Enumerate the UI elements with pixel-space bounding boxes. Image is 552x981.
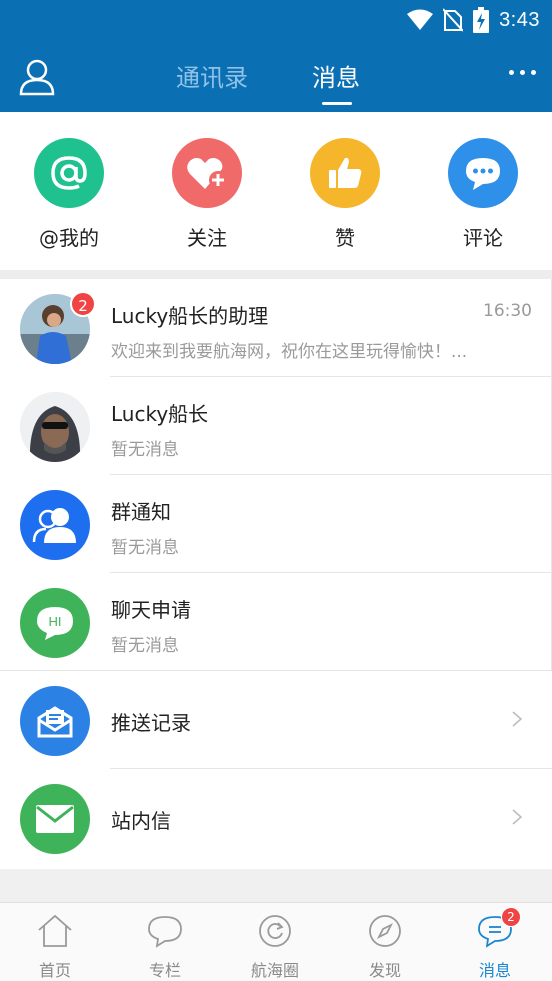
nav-label: 专栏	[148, 961, 181, 980]
quick-action-comment[interactable]: 评论	[423, 138, 543, 251]
message-title: Lucky船长的助理	[111, 304, 269, 328]
quick-action-follow[interactable]: 关注	[147, 138, 267, 251]
nav-unread-badge: 2	[501, 907, 521, 927]
nav-label: 发现	[368, 961, 401, 980]
list-item-captain[interactable]: Lucky船长 暂无消息	[0, 377, 552, 475]
mail-open-icon	[20, 686, 90, 756]
hi-chat-icon: HI	[20, 588, 90, 658]
more-icon	[509, 70, 514, 75]
nav-label: 消息	[478, 961, 511, 980]
quick-action-like[interactable]: 赞	[285, 138, 405, 251]
list-item-group-notice[interactable]: 群通知 暂无消息	[0, 475, 552, 573]
user-icon	[19, 59, 55, 96]
nav-columns[interactable]: 专栏	[110, 913, 220, 981]
message-list: 2 Lucky船长的助理 欢迎来到我要航海网，祝你在这里玩得愉快！... 16:…	[0, 279, 552, 869]
link-title: 站内信	[111, 809, 171, 833]
tab-messages[interactable]: 消息	[312, 58, 360, 93]
user-button[interactable]	[18, 58, 56, 96]
quick-action-label: 赞	[335, 226, 355, 250]
message-title: Lucky船长	[111, 402, 209, 426]
nav-label: 航海圈	[250, 961, 299, 980]
more-button[interactable]	[509, 70, 536, 75]
thumbs-up-icon	[310, 138, 380, 208]
list-item-inbox[interactable]: 站内信	[0, 769, 552, 867]
header: 通讯录 消息	[0, 40, 552, 112]
refresh-circle-icon	[257, 913, 293, 949]
message-preview: 暂无消息	[111, 440, 179, 460]
quick-action-label: 关注	[187, 226, 227, 250]
comment-icon	[448, 138, 518, 208]
list-item-push-history[interactable]: 推送记录	[0, 671, 552, 769]
nav-label: 首页	[38, 961, 71, 980]
message-preview: 暂无消息	[111, 636, 179, 656]
nav-messages[interactable]: 2 消息	[440, 907, 550, 981]
battery-charging-icon	[473, 7, 490, 33]
status-bar: 3:43	[0, 0, 552, 40]
spacer-band	[0, 869, 552, 902]
status-time: 3:43	[499, 8, 540, 31]
avatar	[20, 392, 90, 462]
quick-actions: @我的 关注 赞 评论	[0, 112, 552, 270]
nav-sailing-circle[interactable]: 航海圈	[220, 913, 330, 981]
chevron-right-icon	[512, 809, 522, 825]
message-time: 16:30	[483, 301, 532, 321]
list-item-chat-request[interactable]: HI 聊天申请 暂无消息	[0, 573, 552, 671]
message-icon: 2	[477, 907, 521, 949]
at-icon	[34, 138, 104, 208]
message-title: 聊天申请	[111, 598, 191, 622]
nav-home[interactable]: 首页	[0, 913, 110, 981]
tab-contacts[interactable]: 通讯录	[176, 58, 248, 93]
compass-icon	[367, 913, 403, 949]
quick-action-label: @我的	[39, 226, 99, 250]
nav-discover[interactable]: 发现	[330, 913, 440, 981]
heart-plus-icon	[172, 138, 242, 208]
quick-action-label: 评论	[463, 226, 503, 250]
envelope-icon	[20, 784, 90, 854]
active-tab-indicator	[322, 102, 352, 105]
bottom-nav: 首页 专栏 航海圈 发现 2 消息	[0, 902, 552, 981]
no-sim-icon	[443, 8, 464, 32]
quick-action-at-me[interactable]: @我的	[9, 138, 129, 251]
home-icon	[37, 913, 73, 949]
group-icon	[20, 490, 90, 560]
message-preview: 暂无消息	[111, 538, 179, 558]
wifi-icon	[407, 9, 434, 30]
section-divider	[0, 270, 552, 279]
link-title: 推送记录	[111, 711, 191, 735]
svg-text:HI: HI	[49, 614, 62, 629]
speech-bubble-icon	[147, 913, 183, 949]
message-preview: 欢迎来到我要航海网，祝你在这里玩得愉快！...	[111, 342, 468, 362]
unread-badge: 2	[70, 291, 96, 317]
message-title: 群通知	[111, 500, 171, 524]
list-item-assistant[interactable]: 2 Lucky船长的助理 欢迎来到我要航海网，祝你在这里玩得愉快！... 16:…	[0, 279, 552, 377]
chevron-right-icon	[512, 711, 522, 727]
